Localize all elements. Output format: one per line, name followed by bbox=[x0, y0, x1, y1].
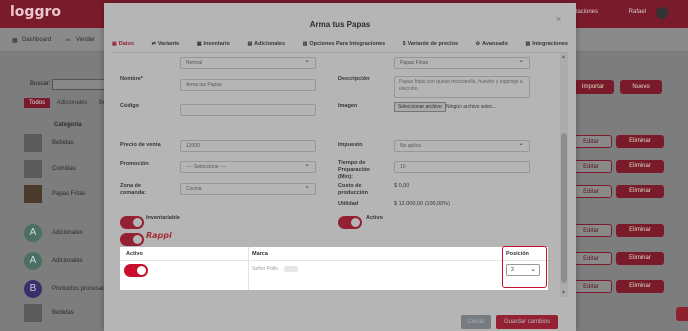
highlight-overlay bbox=[548, 247, 576, 290]
col-activo: Activo bbox=[126, 251, 143, 257]
importar-button[interactable]: Importar bbox=[572, 80, 614, 94]
bg-tab-adicionales[interactable]: Adicionales bbox=[52, 98, 93, 108]
brand-name: Señor Pollo bbox=[252, 266, 278, 272]
editar-button[interactable]: Editar bbox=[570, 185, 612, 198]
product-thumbnail: A bbox=[24, 224, 42, 242]
eliminar-button[interactable]: Eliminar bbox=[616, 252, 664, 265]
nav-dashboard[interactable]: Dashboard bbox=[22, 37, 51, 43]
nuevo-button[interactable]: Nuevo bbox=[620, 80, 662, 94]
column-header: Categoría bbox=[54, 122, 82, 128]
marca-table: Activo Marca Posición Señor Pollo 2 ⌄ bbox=[120, 246, 548, 290]
chat-icon[interactable] bbox=[676, 307, 688, 321]
column-divider bbox=[248, 247, 249, 290]
list-item[interactable]: B Productos procesados bbox=[24, 280, 112, 300]
col-marca: Marca bbox=[252, 251, 268, 257]
eliminar-button[interactable]: Eliminar bbox=[616, 280, 664, 293]
list-item[interactable]: Bebidas bbox=[24, 134, 104, 154]
editar-button[interactable]: Editar bbox=[570, 135, 612, 148]
search-input[interactable] bbox=[52, 79, 112, 90]
user-name[interactable]: Rafael bbox=[629, 9, 646, 15]
app-logo: loggro bbox=[10, 4, 61, 20]
search-label: Buscar: bbox=[30, 81, 51, 87]
product-thumbnail bbox=[24, 134, 42, 152]
eliminar-button[interactable]: Eliminar bbox=[616, 135, 664, 148]
marca-activo-toggle[interactable] bbox=[124, 264, 148, 277]
highlight-overlay bbox=[104, 247, 120, 290]
chevron-down-icon: ⌄ bbox=[530, 266, 536, 273]
avatar[interactable] bbox=[656, 7, 668, 19]
list-item[interactable]: Bebidas bbox=[24, 304, 104, 324]
product-thumbnail: B bbox=[24, 280, 42, 298]
product-thumbnail: A bbox=[24, 252, 42, 270]
eliminar-button[interactable]: Eliminar bbox=[616, 185, 664, 198]
list-item[interactable]: A Adicionales bbox=[24, 224, 104, 244]
highlight-overlay bbox=[104, 290, 576, 331]
product-thumbnail bbox=[24, 185, 42, 203]
list-item[interactable]: A Adicionales bbox=[24, 252, 104, 272]
product-thumbnail bbox=[24, 304, 42, 322]
editar-button[interactable]: Editar bbox=[570, 160, 612, 173]
product-thumbnail bbox=[24, 160, 42, 178]
sell-icon: ✂ bbox=[66, 38, 72, 44]
posicion-select[interactable]: 2 ⌄ bbox=[506, 264, 540, 276]
dashboard-icon: ▦ bbox=[12, 38, 18, 44]
list-item[interactable]: Papas Fritas bbox=[24, 185, 104, 205]
bg-tab-todos[interactable]: Todos bbox=[24, 98, 51, 108]
list-item[interactable]: Comidas bbox=[24, 160, 104, 180]
brand-redacted bbox=[284, 266, 298, 272]
eliminar-button[interactable]: Eliminar bbox=[616, 224, 664, 237]
editar-button[interactable]: Editar bbox=[570, 224, 612, 237]
editar-button[interactable]: Editar bbox=[570, 252, 612, 265]
editar-button[interactable]: Editar bbox=[570, 280, 612, 293]
nav-vender[interactable]: Vender bbox=[76, 37, 95, 43]
eliminar-button[interactable]: Eliminar bbox=[616, 160, 664, 173]
highlight-overlay bbox=[104, 3, 576, 247]
header-divider bbox=[120, 260, 548, 261]
